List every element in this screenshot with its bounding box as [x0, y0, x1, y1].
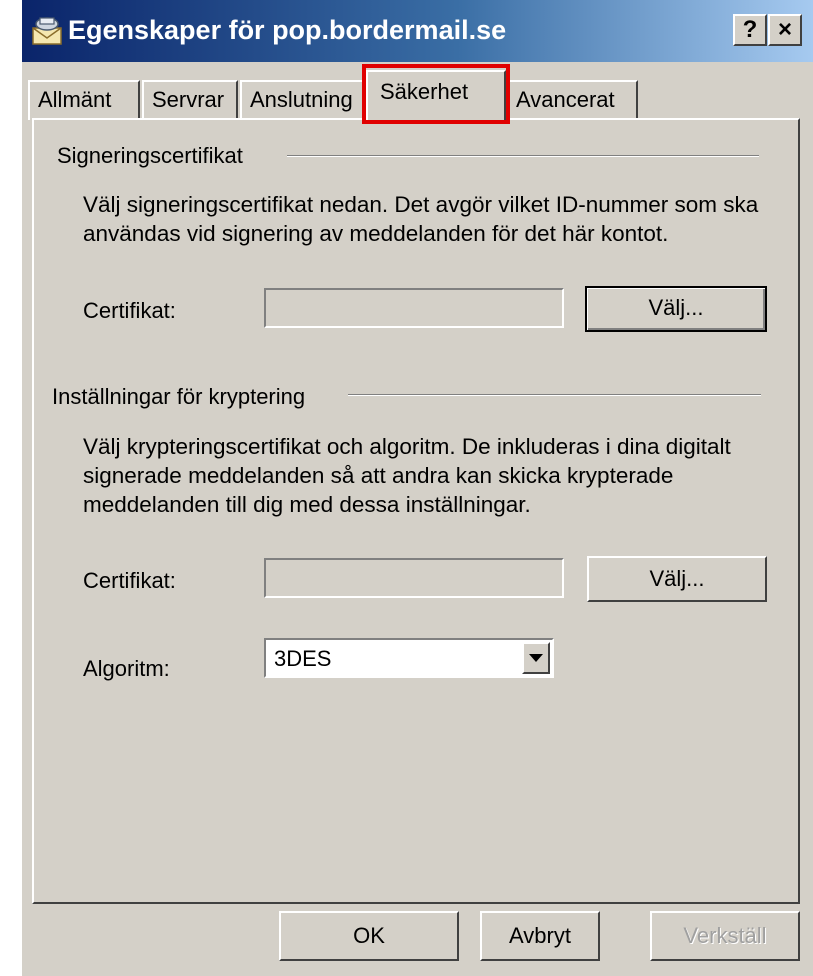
signing-group-divider: [287, 155, 759, 157]
encryption-group-label: Inställningar för kryptering: [52, 384, 306, 409]
encryption-choose-button[interactable]: Välj...: [587, 556, 767, 602]
cancel-button[interactable]: Avbryt: [480, 911, 600, 961]
help-button[interactable]: ?: [733, 14, 767, 46]
tab-servrar[interactable]: Servrar: [142, 80, 238, 120]
signing-description: Välj signeringscertifikat nedan. Det avg…: [83, 192, 759, 246]
algorithm-label: Algoritm:: [83, 656, 170, 681]
tab-anslutning[interactable]: Anslutning: [240, 80, 368, 120]
mail-account-icon: [30, 14, 64, 48]
algorithm-select[interactable]: 3DES: [264, 638, 554, 678]
signing-cert-field[interactable]: [264, 288, 564, 328]
signing-group-label: Signeringscertifikat: [57, 143, 243, 168]
close-button[interactable]: ×: [768, 14, 802, 46]
algorithm-selected-value: 3DES: [274, 646, 332, 671]
encryption-description: Välj krypteringscertifikat och algoritm.…: [83, 434, 731, 517]
properties-dialog: Egenskaper för pop.bordermail.se ? × All…: [22, 0, 813, 976]
signing-cert-label: Certifikat:: [83, 298, 176, 323]
chevron-down-icon[interactable]: [522, 642, 550, 674]
window-title: Egenskaper för pop.bordermail.se: [68, 15, 507, 45]
signing-choose-button[interactable]: Välj...: [585, 286, 767, 332]
apply-button[interactable]: Verkställ: [650, 911, 800, 961]
encryption-cert-label: Certifikat:: [83, 568, 176, 593]
ok-button[interactable]: OK: [279, 911, 459, 961]
tab-highlight-box: [362, 64, 510, 124]
encryption-cert-field[interactable]: [264, 558, 564, 598]
tab-allmant[interactable]: Allmänt: [28, 80, 140, 120]
encryption-group-divider: [348, 394, 761, 396]
title-bar[interactable]: Egenskaper för pop.bordermail.se ? ×: [22, 0, 813, 62]
tab-avancerat[interactable]: Avancerat: [506, 80, 638, 120]
